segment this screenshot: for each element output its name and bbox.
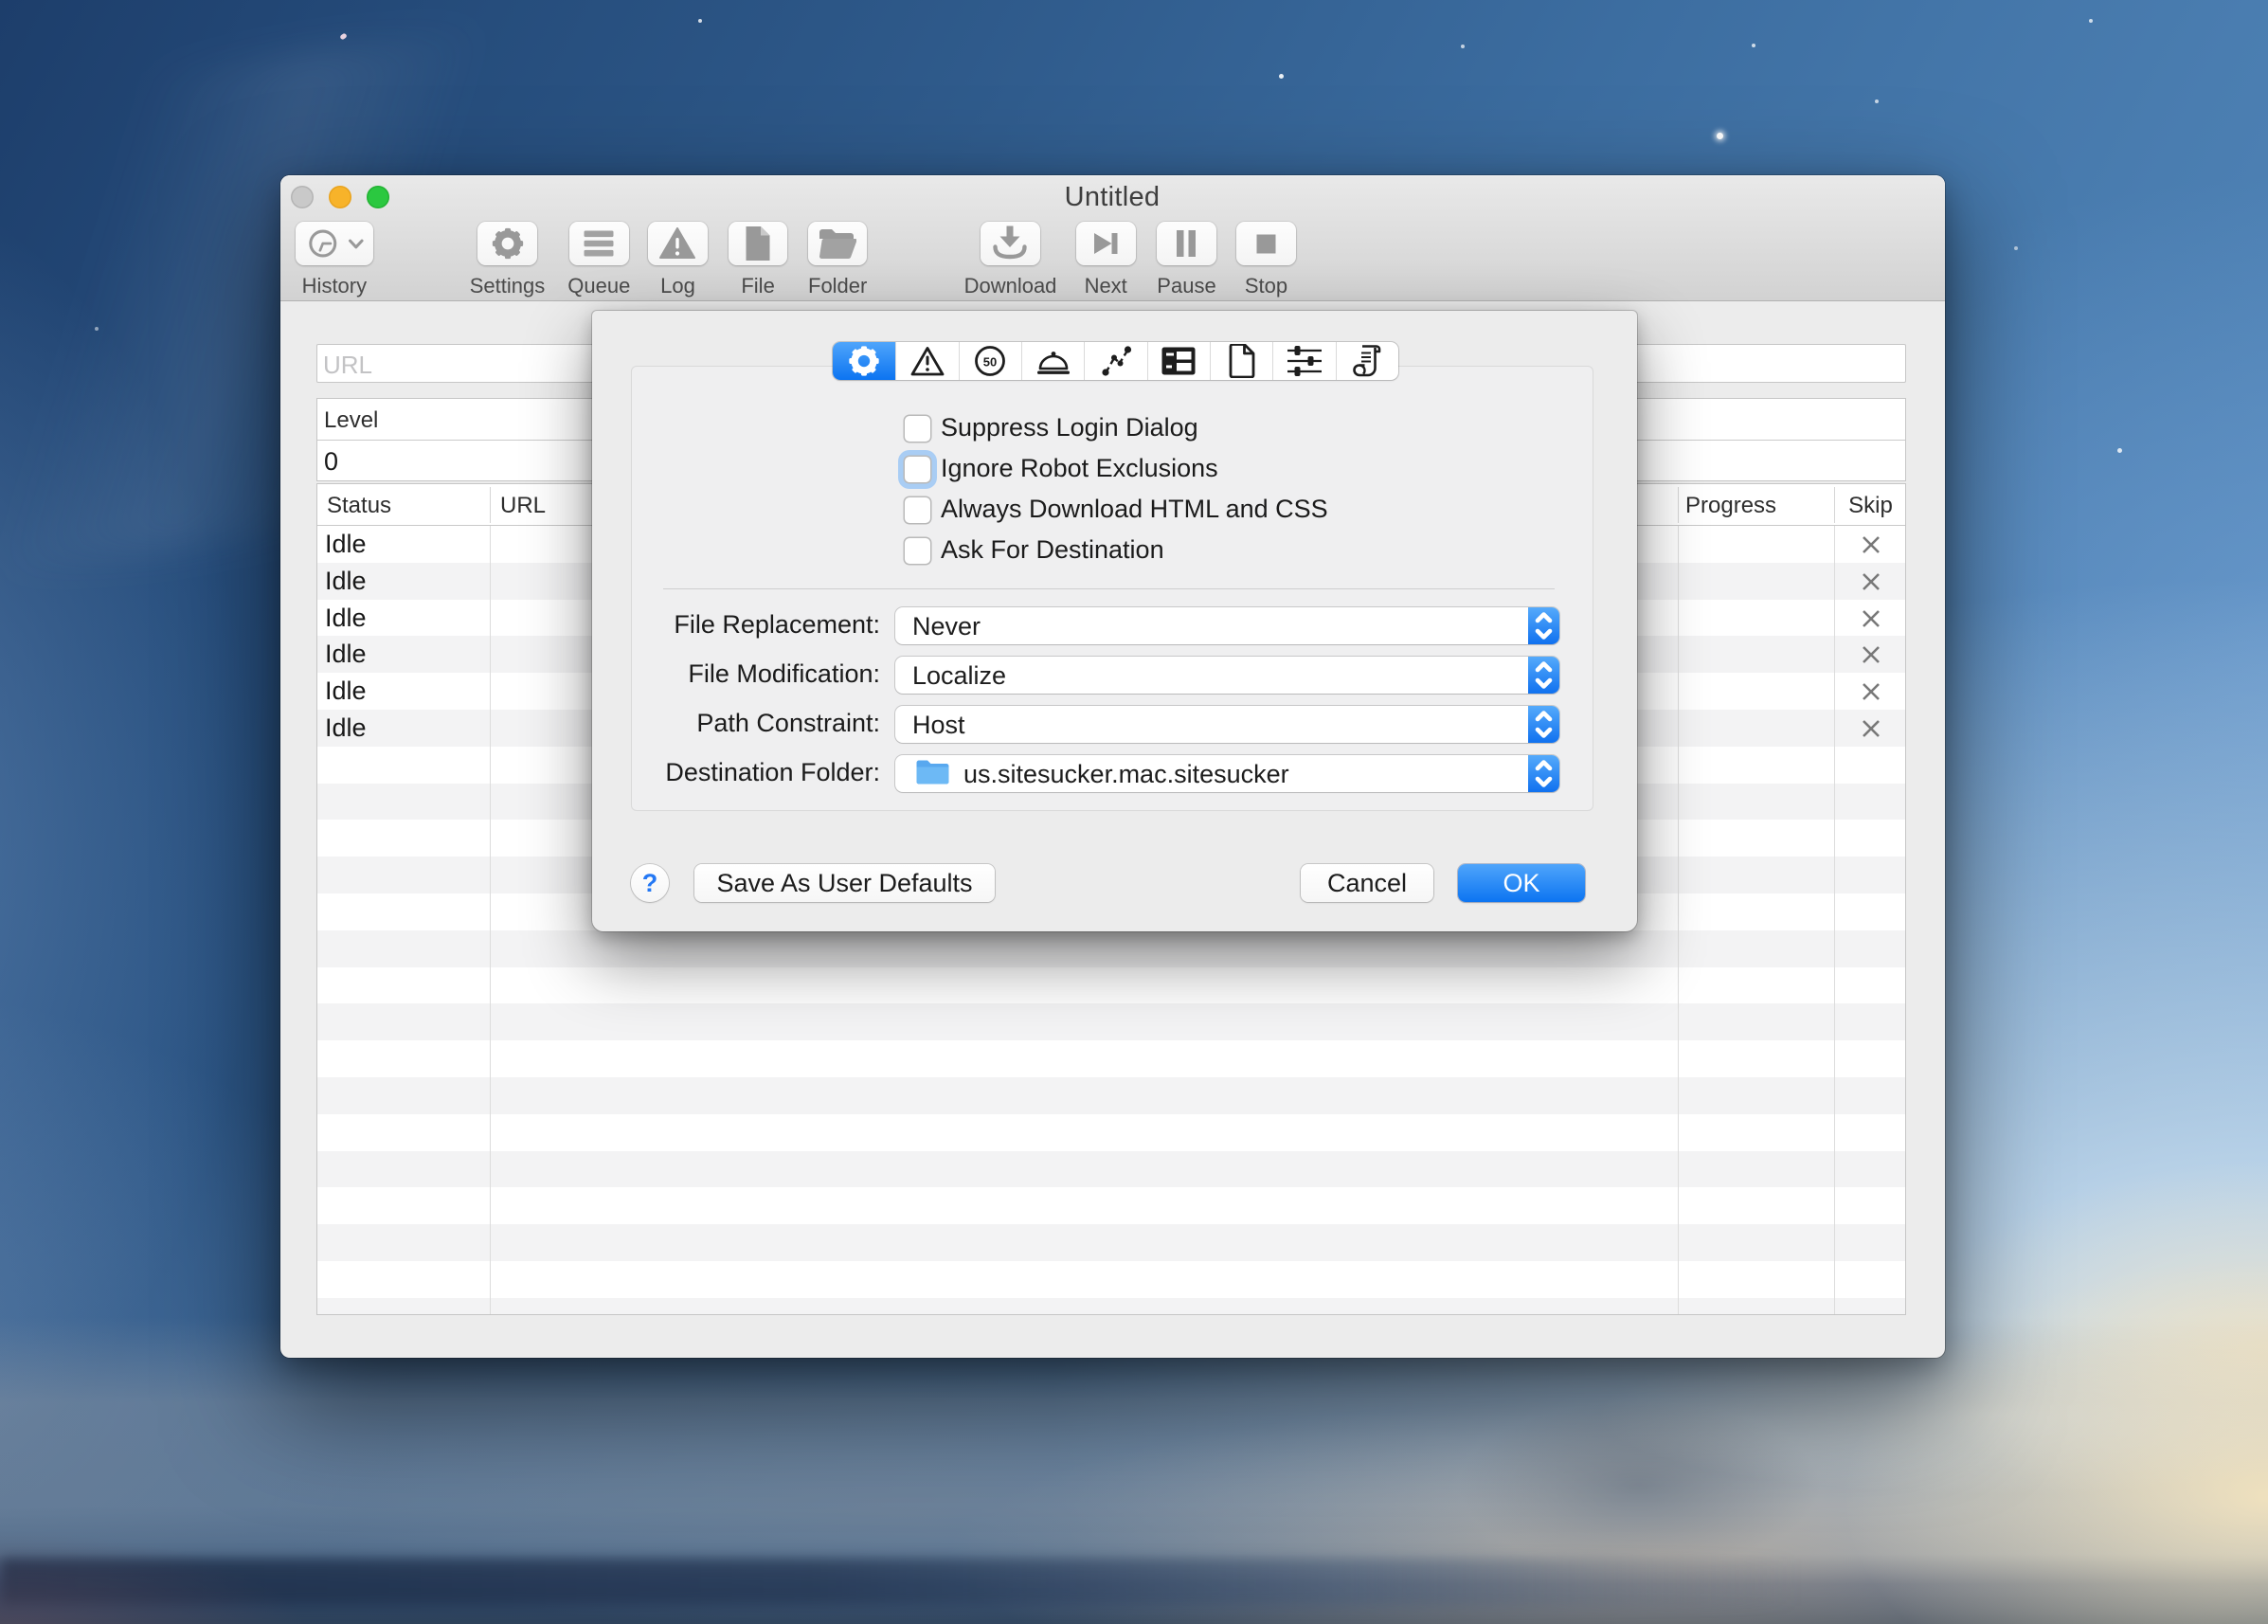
svg-text:50: 50 bbox=[983, 355, 997, 370]
